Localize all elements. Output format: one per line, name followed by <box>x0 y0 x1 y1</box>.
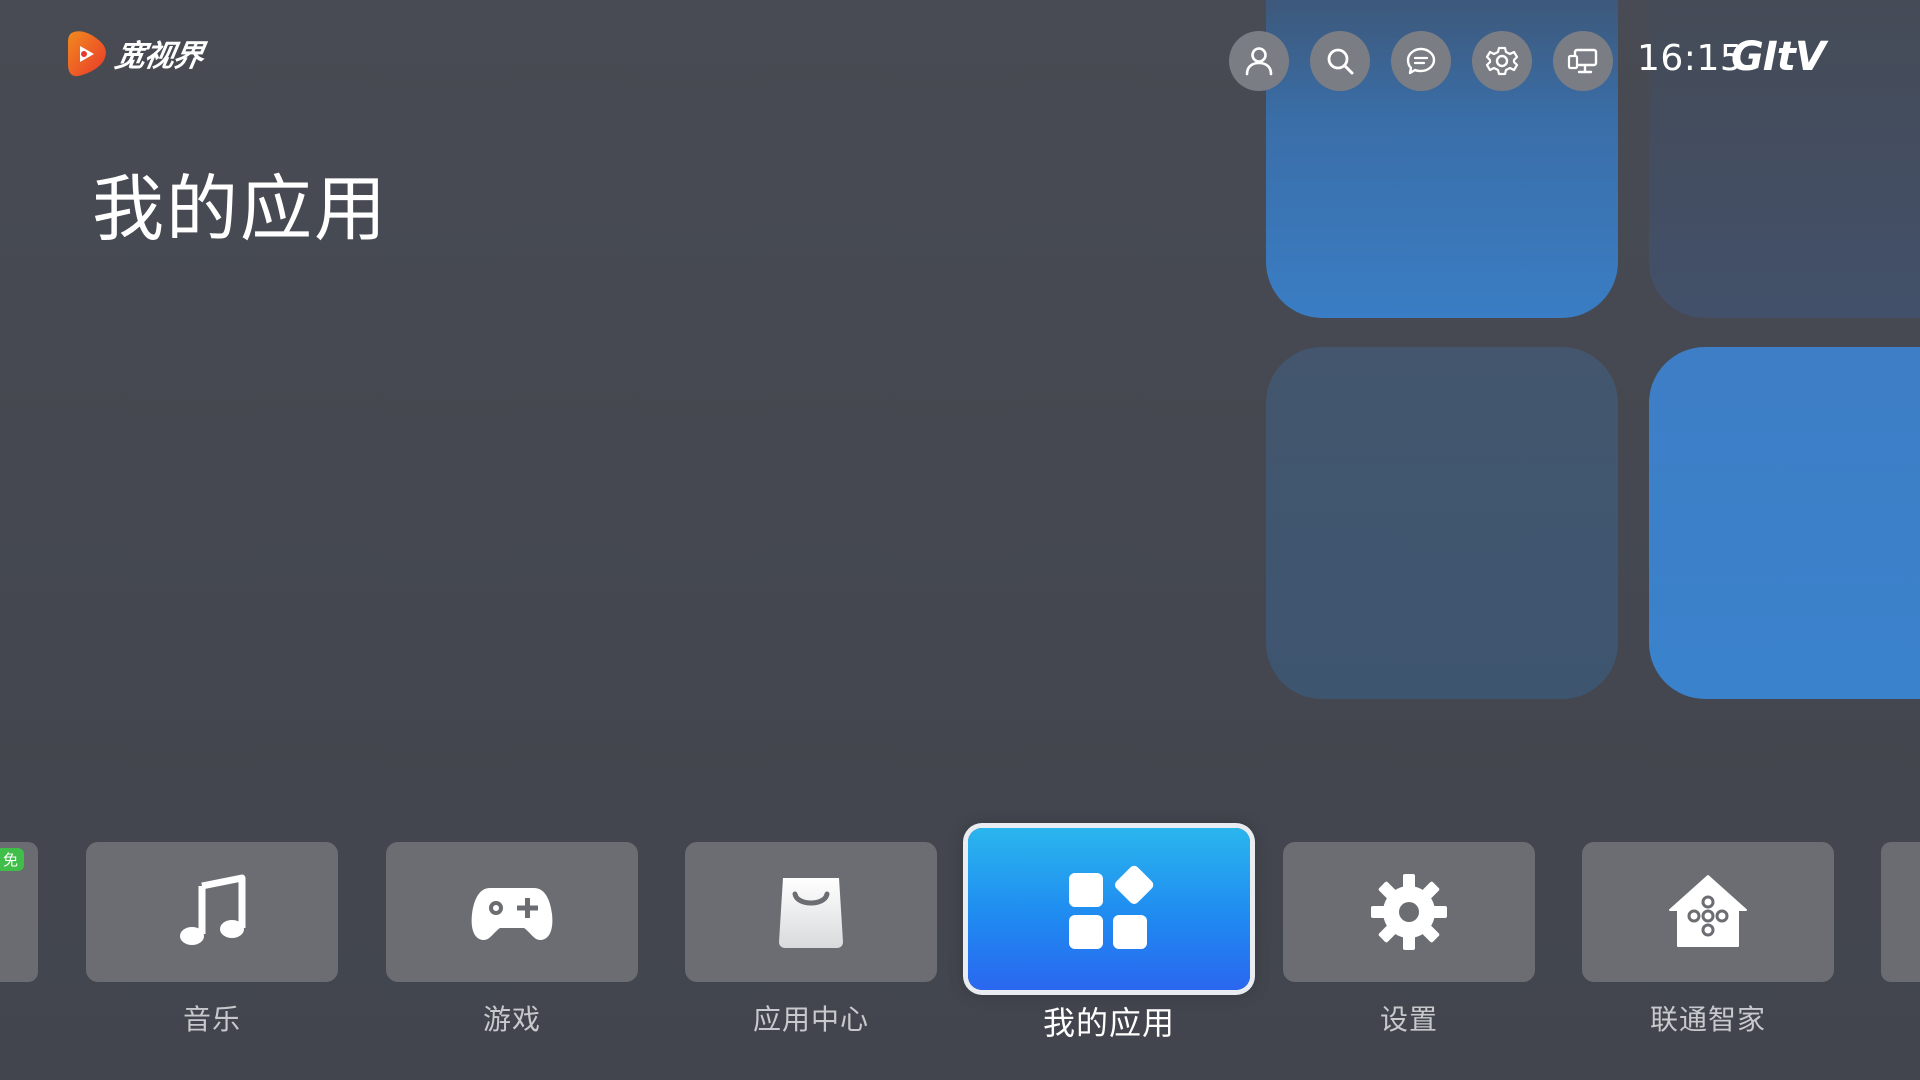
free-badge: 免 <box>0 848 25 871</box>
logo-text: 宽视界 <box>112 39 206 74</box>
gear-icon <box>1371 874 1447 950</box>
logo-play-icon <box>68 31 106 77</box>
search-icon <box>1327 48 1354 75</box>
user-icon <box>1245 47 1273 76</box>
dock-label-smart-home: 联通智家 <box>1649 1003 1766 1036</box>
screen-button[interactable] <box>1553 31 1613 91</box>
message-button[interactable] <box>1391 31 1451 91</box>
dock-label-settings: 设置 <box>1379 1003 1438 1036</box>
smart-home-icon <box>1669 875 1747 947</box>
shopping-bag-icon <box>779 878 843 948</box>
dock-item-settings[interactable] <box>1283 842 1535 982</box>
dock-label-app-center: 应用中心 <box>752 1003 869 1036</box>
dock-item-partial-right[interactable] <box>1881 842 1920 982</box>
page-title: 我的应用 <box>92 167 389 251</box>
top-toolbar <box>1229 31 1613 91</box>
search-button[interactable] <box>1310 31 1370 91</box>
clock: 16:15 <box>1637 38 1744 79</box>
brand-logo: GItV <box>1731 34 1826 80</box>
settings-button[interactable] <box>1472 31 1532 91</box>
settings-icon <box>1485 46 1519 76</box>
dock-item-music[interactable] <box>86 842 338 982</box>
message-icon <box>1406 47 1436 75</box>
music-note-icon <box>180 874 246 945</box>
launcher-screen: 宽视界 16:15 GItV 我的应用 免 音乐 游戏 应用中心 我的应用 设置… <box>0 0 1920 1080</box>
user-button[interactable] <box>1229 31 1289 91</box>
app-grid-icon <box>1069 865 1154 949</box>
gamepad-icon <box>471 888 553 940</box>
dock-label-games: 游戏 <box>482 1003 541 1036</box>
decorative-tile <box>1649 347 1920 699</box>
screen-icon <box>1567 48 1598 74</box>
dock-label-music: 音乐 <box>182 1003 241 1036</box>
dock-item-my-apps[interactable] <box>968 828 1250 990</box>
dock-label-my-apps: 我的应用 <box>1042 1004 1175 1042</box>
dock-item-app-center[interactable] <box>685 842 937 982</box>
dock-item-smart-home[interactable] <box>1582 842 1834 982</box>
decorative-tile <box>1266 347 1618 699</box>
dock-item-games[interactable] <box>386 842 638 982</box>
app-logo: 宽视界 <box>66 28 205 78</box>
